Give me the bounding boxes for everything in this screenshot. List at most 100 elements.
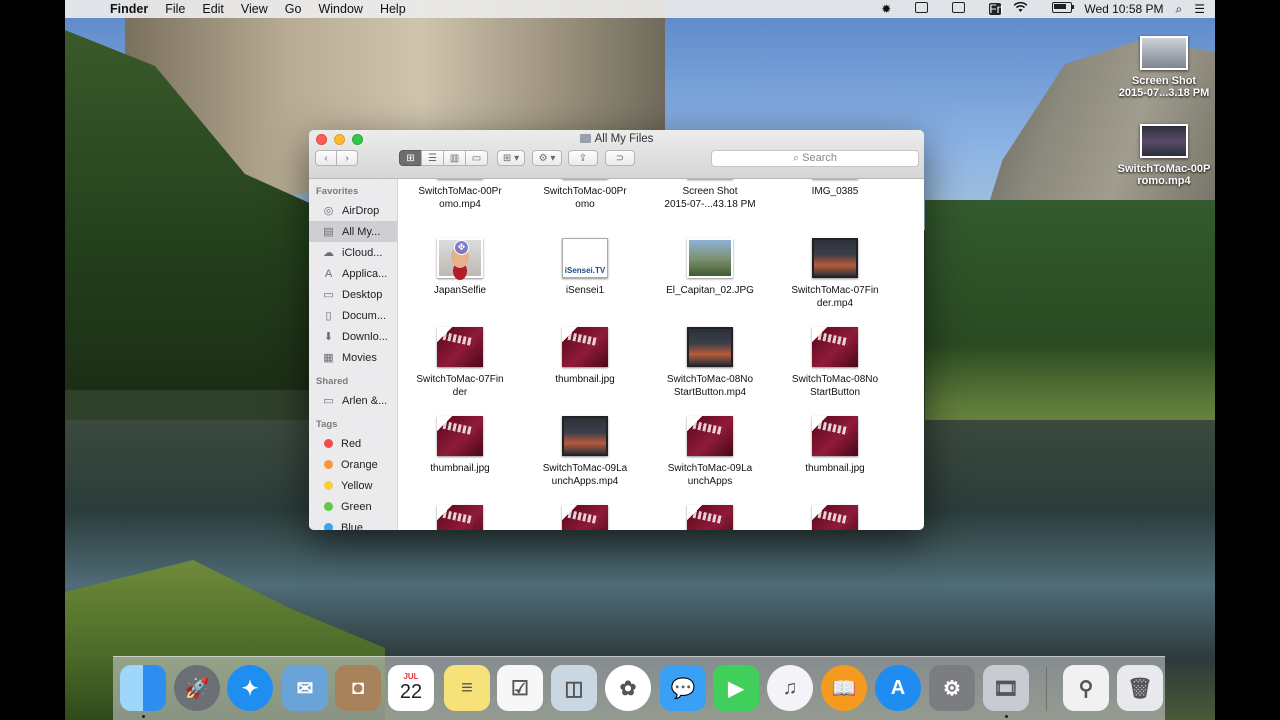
brightness-icon[interactable]: ✹ — [881, 2, 891, 16]
column-view-button[interactable]: ▥ — [443, 150, 466, 166]
display-icon[interactable] — [940, 2, 966, 16]
file-item[interactable]: SwitchToMac-07Fin der.mp4 — [780, 238, 890, 310]
dock-glyph: ≡ — [461, 676, 473, 699]
sidebar-item-all-my-files[interactable]: ▤ All My... — [309, 221, 397, 242]
sidebar-item-documents[interactable]: ▯ Docum... — [309, 305, 397, 326]
file-item[interactable] — [780, 505, 890, 530]
menu-view[interactable]: View — [241, 2, 268, 16]
all-my-files-icon — [579, 134, 591, 143]
itunes-icon[interactable]: ♫ — [767, 665, 813, 711]
notification-center-icon[interactable]: ☰ — [1194, 2, 1205, 16]
file-name: SwitchToMac-08No — [791, 374, 879, 385]
trash-icon[interactable]: 🗑 — [1117, 665, 1163, 711]
sidebar-tag-blue[interactable]: Blue — [309, 517, 397, 530]
back-button[interactable]: ‹ — [315, 150, 337, 166]
desktop-file-switchtomac-promo[interactable]: SwitchToMac-00P romo.mp4 — [1114, 124, 1214, 187]
sidebar-item-movies[interactable]: ▦ Movies — [309, 347, 397, 368]
calendar-icon[interactable]: JUL 22 — [388, 665, 434, 711]
fn-icon[interactable]: Fn — [977, 2, 1003, 16]
forward-button[interactable]: › — [336, 150, 358, 166]
file-item[interactable]: SwitchToMac-09La unchApps — [655, 416, 765, 488]
file-item[interactable]: Screen Shot 2015-07-...43.18 PM — [655, 179, 765, 211]
finder-icon[interactable] — [120, 665, 166, 711]
photo-booth-icon[interactable]: 🎞 — [983, 665, 1029, 711]
file-item[interactable]: SwitchToMac-07Fin der — [405, 327, 515, 399]
window-title: All My Files — [309, 133, 924, 145]
file-item[interactable]: El_Capitan_02.JPG — [655, 238, 765, 297]
launchpad-icon[interactable]: 🚀 — [174, 665, 220, 711]
sidebar-tag-green[interactable]: Green — [309, 496, 397, 517]
sidebar-item-downloads[interactable]: ⬇ Downlo... — [309, 326, 397, 347]
file-item[interactable]: thumbnail.jpg — [405, 416, 515, 475]
applications-icon: A — [324, 267, 333, 280]
clock[interactable]: Wed 10:58 PM — [1084, 2, 1163, 16]
photos-icon[interactable]: ✿ — [605, 665, 651, 711]
file-item[interactable]: SwitchToMac-00Pr omo — [530, 179, 640, 211]
tag-button[interactable]: ⊃ — [605, 150, 635, 166]
messages-icon[interactable]: 💬 — [660, 665, 706, 711]
file-name: omo.mp4 — [439, 199, 481, 210]
menu-help[interactable]: Help — [380, 2, 406, 16]
dock-glyph: A — [890, 676, 906, 699]
wifi-icon[interactable] — [1013, 1, 1028, 16]
file-item[interactable]: SwitchToMac-08No StartButton — [780, 327, 890, 399]
evolution-folder-icon[interactable]: ⚲ — [1063, 665, 1109, 711]
menu-edit[interactable]: Edit — [202, 2, 224, 16]
file-name: StartButton.mp4 — [673, 387, 747, 398]
file-item[interactable] — [655, 505, 765, 530]
search-icon: ⌕ — [792, 152, 803, 164]
mail-icon[interactable]: ✉ — [282, 665, 328, 711]
desktop-file-screen-shot[interactable]: Screen Shot 2015-07...3.18 PM — [1114, 36, 1214, 99]
preview-icon[interactable]: ◫ — [551, 665, 597, 711]
menu-window[interactable]: Window — [318, 2, 362, 16]
view-mode-control: ⊞ ☰ ▥ ▭ — [399, 150, 488, 168]
app-store-icon[interactable]: A — [875, 665, 921, 711]
file-item[interactable]: IMG_0385 — [780, 179, 890, 198]
facetime-icon[interactable]: ▶ — [713, 665, 759, 711]
menu-file[interactable]: File — [165, 2, 185, 16]
file-label: SwitchToMac-00P — [1117, 163, 1211, 175]
share-button[interactable]: ⇪ — [568, 150, 598, 166]
sidebar-tag-yellow[interactable]: Yellow — [309, 475, 397, 496]
menu-bar: Finder File Edit View Go Window Help ✹ F… — [65, 0, 1215, 18]
sidebar-tag-red[interactable]: Red — [309, 433, 397, 454]
file-item[interactable]: iSensei.TV iSensei1 — [530, 238, 640, 297]
file-thumbnail — [1140, 36, 1188, 70]
file-item[interactable] — [405, 505, 515, 530]
contacts-icon[interactable]: ◘ — [335, 665, 381, 711]
safari-icon[interactable]: ✦ — [227, 665, 273, 711]
notes-icon[interactable]: ≡ — [444, 665, 490, 711]
screen-record-icon[interactable] — [903, 2, 929, 16]
desktop-icon: ▭ — [323, 289, 334, 301]
sidebar-item-desktop[interactable]: ▭ Desktop — [309, 284, 397, 305]
file-thumbnail — [687, 238, 733, 278]
battery-icon[interactable] — [1040, 2, 1075, 16]
file-item[interactable]: SwitchToMac-09La unchApps.mp4 — [530, 416, 640, 488]
file-thumbnail — [437, 327, 483, 367]
arrange-button[interactable]: ⊞ ▾ — [497, 150, 525, 166]
sidebar-tag-orange[interactable]: Orange — [309, 454, 397, 475]
red-tag-dot-icon — [324, 439, 333, 448]
menu-go[interactable]: Go — [285, 2, 302, 16]
file-item[interactable]: SwitchToMac-00Pr omo.mp4 — [405, 179, 515, 211]
ibooks-icon[interactable]: 📖 — [821, 665, 867, 711]
cover-flow-button[interactable]: ▭ — [465, 150, 488, 166]
system-preferences-icon[interactable]: ⚙ — [929, 665, 975, 711]
action-button[interactable]: ⚙ ▾ — [532, 150, 562, 166]
spotlight-search-icon[interactable]: ⌕ — [1176, 2, 1183, 17]
search-field[interactable]: ⌕ Search — [711, 150, 919, 167]
file-name: 2015-07-...43.18 PM — [664, 199, 756, 210]
icon-view-button[interactable]: ⊞ — [399, 150, 422, 166]
list-view-button[interactable]: ☰ — [421, 150, 444, 166]
reminders-icon[interactable]: ☑ — [497, 665, 543, 711]
file-item[interactable]: SwitchToMac-08No StartButton.mp4 — [655, 327, 765, 399]
file-item[interactable]: thumbnail.jpg — [780, 416, 890, 475]
menu-finder[interactable]: Finder — [110, 2, 148, 16]
dock-glyph: ◘ — [351, 676, 365, 699]
file-item[interactable]: thumbnail.jpg — [530, 327, 640, 386]
sidebar-item-icloud[interactable]: ☁ iCloud... — [309, 242, 397, 263]
sidebar-item-airdrop[interactable]: ◎ AirDrop — [309, 200, 397, 221]
file-item[interactable] — [530, 505, 640, 530]
sidebar-item-shared-computer[interactable]: ▭ Arlen &... — [309, 390, 397, 411]
sidebar-item-applications[interactable]: A Applica... — [309, 263, 397, 284]
